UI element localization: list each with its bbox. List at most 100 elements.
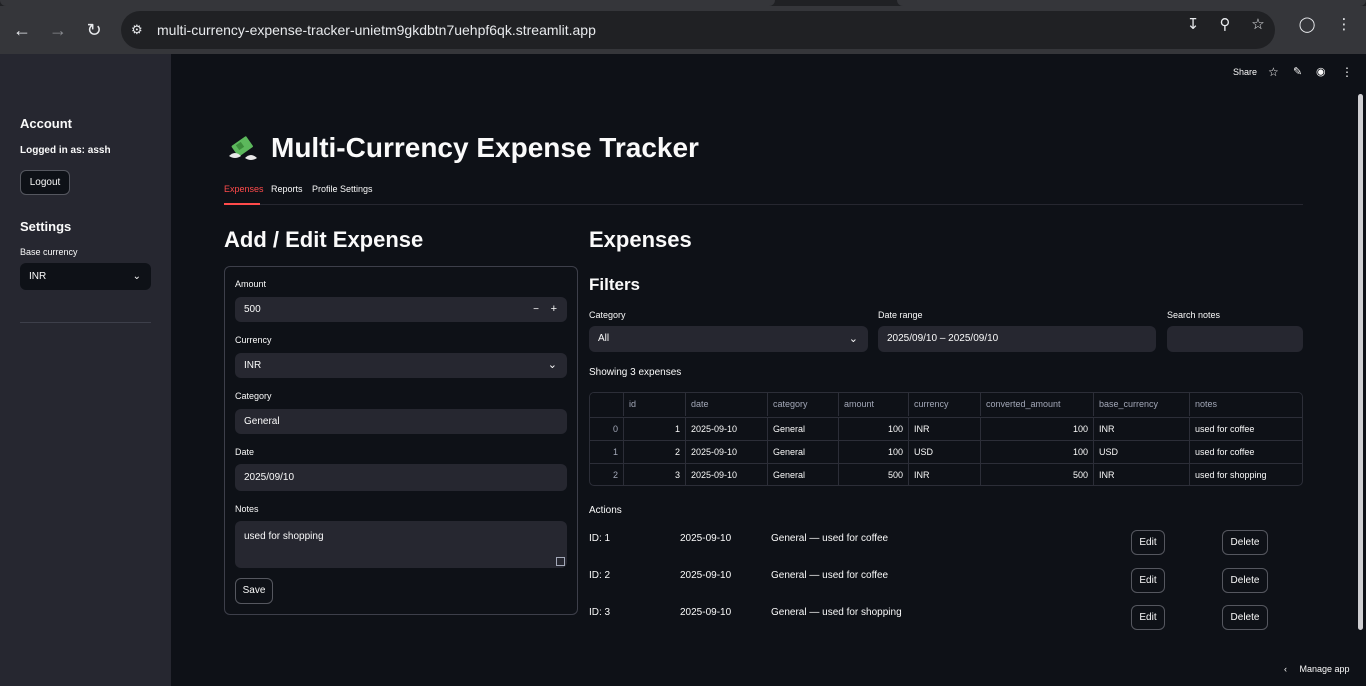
table-cell[interactable]: 100 [980,441,1093,464]
base-currency-label: Base currency [20,247,78,257]
table-row[interactable]: 1 2 2025-09-10 General 100 USD 100 USD u… [590,440,1302,464]
app-menu-icon[interactable]: ⋮ [1341,65,1353,79]
action-date: 2025-09-10 [680,570,732,581]
main-area: Share ☆ ✎ ◉ ⋮ Multi-Currency Expense Tra… [171,54,1366,686]
action-description: General — used for coffee [771,570,889,581]
edit-pencil-icon[interactable]: ✎ [1293,65,1302,78]
table-cell[interactable]: 500 [838,464,908,485]
edit-button[interactable]: Edit [1131,605,1165,630]
share-button[interactable]: Share [1233,67,1257,77]
star-icon[interactable]: ☆ [1268,65,1279,79]
address-bar[interactable]: ⚙ multi-currency-expense-tracker-unietm9… [121,11,1275,49]
action-description: General — used for shopping [771,607,902,618]
back-icon[interactable]: ← [10,18,34,42]
table-cell[interactable]: INR [908,464,980,485]
table-header[interactable]: base_currency [1093,393,1189,416]
table-cell[interactable]: 3 [623,464,685,485]
table-cell[interactable]: General [767,464,838,485]
category-filter-select[interactable]: All ⌄ [589,326,868,352]
table-row[interactable]: 0 1 2025-09-10 General 100 INR 100 INR u… [590,417,1302,441]
table-cell[interactable]: 100 [838,441,908,464]
table-header[interactable]: id [623,393,685,416]
action-date: 2025-09-10 [680,533,732,544]
filters-heading: Filters [589,275,641,294]
chevron-down-icon: ⌄ [547,359,557,371]
table-cell[interactable]: 2025-09-10 [685,441,767,464]
zoom-icon[interactable]: ⚲ [1215,15,1235,35]
manage-app-button[interactable]: ‹ Manage app [1284,664,1350,674]
date-range-input[interactable]: 2025/09/10 – 2025/09/10 [878,326,1156,352]
table-cell[interactable]: 500 [980,464,1093,485]
table-cell[interactable]: USD [1093,441,1189,464]
delete-button[interactable]: Delete [1222,530,1268,555]
table-cell[interactable]: 2025-09-10 [685,464,767,485]
table-cell[interactable]: USD [908,441,980,464]
save-button[interactable]: Save [235,578,273,604]
table-header[interactable] [590,393,623,416]
table-cell[interactable]: General [767,441,838,464]
increment-icon[interactable]: + [551,297,557,322]
table-cell[interactable]: 100 [980,418,1093,441]
actions-heading: Actions [589,505,622,516]
table-header[interactable]: converted_amount [980,393,1093,416]
sidebar-divider [20,322,151,323]
url-text[interactable]: multi-currency-expense-tracker-unietm9gk… [157,11,596,49]
table-cell[interactable]: General [767,418,838,441]
table-cell[interactable]: used for coffee [1189,418,1302,441]
page-title: Multi-Currency Expense Tracker [271,132,699,163]
table-cell[interactable]: INR [1093,418,1189,441]
date-value: 2025/09/10 [244,472,295,483]
resize-handle-icon[interactable] [556,557,565,566]
table-row[interactable]: 2 3 2025-09-10 General 500 INR 500 INR u… [590,463,1302,485]
logged-in-text: Logged in as: assh [20,145,111,156]
showing-count: Showing 3 expenses [589,367,682,378]
category-input[interactable]: General [235,409,567,434]
date-input[interactable]: 2025/09/10 [235,464,567,491]
table-cell[interactable]: used for shopping [1189,464,1302,485]
logout-button[interactable]: Logout [20,170,70,195]
manage-app-label[interactable]: Manage app [1300,664,1350,674]
table-cell[interactable]: 2 [623,441,685,464]
money-with-wings-icon [229,136,257,160]
tab-expenses[interactable]: Expenses [224,184,264,194]
tab-profile-settings[interactable]: Profile Settings [312,184,373,194]
table-cell[interactable]: 1 [623,418,685,441]
reload-icon[interactable]: ↻ [82,18,106,42]
edit-button[interactable]: Edit [1131,568,1165,593]
table-header[interactable]: date [685,393,767,416]
scrollbar[interactable] [1358,94,1363,630]
github-icon[interactable]: ◉ [1316,65,1326,78]
table-header[interactable]: currency [908,393,980,416]
bookmark-star-icon[interactable]: ☆ [1248,15,1268,35]
forward-icon[interactable]: → [46,18,70,42]
profile-icon[interactable]: ◯ [1297,15,1317,35]
table-header[interactable]: category [767,393,838,416]
expenses-table[interactable]: id date category amount currency convert… [589,392,1303,486]
tab-reports[interactable]: Reports [271,184,303,194]
sidebar: Account Logged in as: assh Logout Settin… [0,54,171,686]
table-header[interactable]: notes [1189,393,1302,416]
base-currency-select[interactable]: INR ⌄ [20,263,151,290]
table-cell[interactable]: 100 [838,418,908,441]
currency-select[interactable]: INR ⌄ [235,353,567,378]
delete-button[interactable]: Delete [1222,568,1268,593]
decrement-icon[interactable]: − [533,297,539,322]
chevron-down-icon: ⌄ [848,333,858,345]
table-header[interactable]: amount [838,393,908,416]
delete-button[interactable]: Delete [1222,605,1268,630]
table-cell[interactable]: 2025-09-10 [685,418,767,441]
search-notes-input[interactable] [1167,326,1303,352]
notes-textarea[interactable]: used for shopping [235,521,567,568]
install-app-icon[interactable]: ↧ [1183,15,1203,35]
currency-value: INR [244,360,262,371]
currency-label: Currency [235,335,272,345]
amount-input[interactable]: 500 − + [235,297,567,322]
table-cell[interactable]: used for coffee [1189,441,1302,464]
site-settings-icon[interactable]: ⚙ [131,22,147,38]
table-cell[interactable]: INR [1093,464,1189,485]
row-index: 0 [612,424,618,434]
row-index: 1 [612,447,618,457]
edit-button[interactable]: Edit [1131,530,1165,555]
table-cell[interactable]: INR [908,418,980,441]
menu-kebab-icon[interactable]: ⋮ [1334,15,1354,35]
